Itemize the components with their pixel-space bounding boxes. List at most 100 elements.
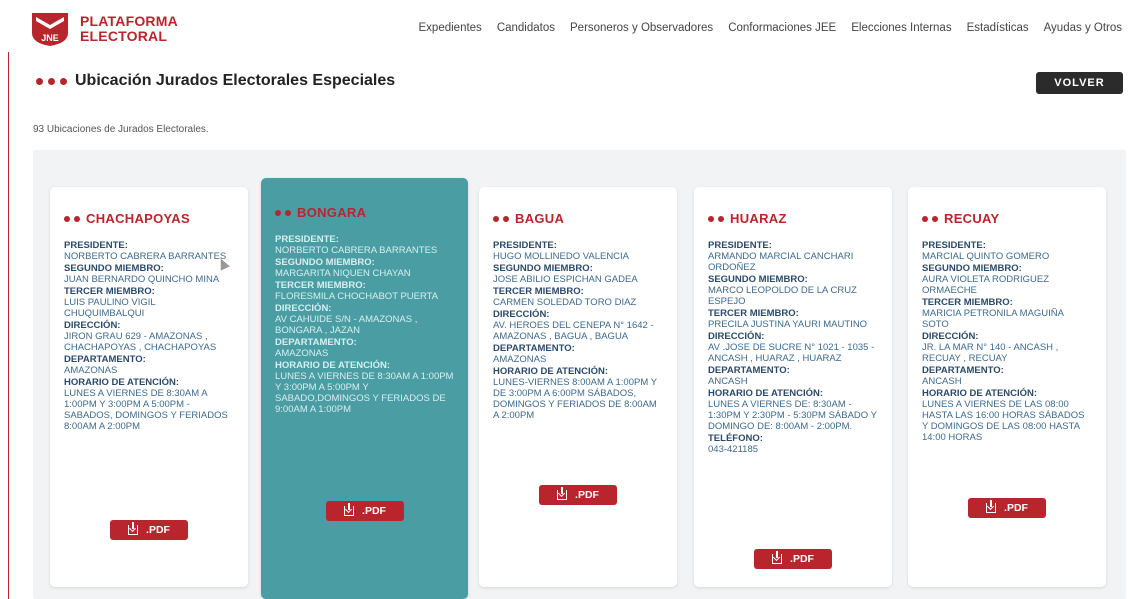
field-label: DIRECCIÓN: bbox=[708, 331, 765, 342]
field-value: LUNES-VIERNES 8:00AM A 1:00PM Y DE 3:00P… bbox=[493, 377, 657, 421]
card-header: RECUAY bbox=[922, 211, 1092, 226]
field-value: MARICIA PETRONILA MAGUIÑA SOTO bbox=[922, 308, 1064, 330]
field-label: PRESIDENTE: bbox=[64, 240, 128, 251]
jee-card-bagua[interactable]: BAGUA PRESIDENTE: HUGO MOLLINEDO VALENCIA S… bbox=[479, 187, 677, 587]
field-label: SEGUNDO MIEMBRO: bbox=[708, 274, 808, 285]
card-dots-icon bbox=[275, 209, 291, 216]
field-label: PRESIDENTE: bbox=[493, 240, 557, 251]
field-value: LUNES A VIERNES DE 8:30AM A 1:00PM Y 3:0… bbox=[64, 388, 228, 432]
field-value: AV .JOSE DE SUCRE N° 1021 - 1035 - ANCAS… bbox=[708, 342, 875, 364]
brand-line-2: ELECTORAL bbox=[80, 28, 168, 44]
field-value: MARCO LEOPOLDO DE LA CRUZ ESPEJO bbox=[708, 285, 857, 307]
download-icon bbox=[772, 551, 783, 564]
nav-item-1[interactable]: Candidatos bbox=[497, 22, 555, 34]
field-value: JUAN BERNARDO QUINCHO MINA bbox=[64, 274, 220, 285]
field-value: JR. LA MAR N° 140 - ANCASH , RECUAY , RE… bbox=[922, 342, 1059, 364]
download-icon bbox=[344, 503, 355, 516]
field-value: MARCIAL QUINTO GOMERO bbox=[922, 251, 1050, 262]
field-label: DIRECCIÓN: bbox=[493, 309, 550, 320]
field-value: LUNES A VIERNES DE 8:30AM A 1:00PM Y 3:0… bbox=[275, 371, 454, 415]
field-label: TERCER MIEMBRO: bbox=[275, 280, 366, 291]
nav-item-4[interactable]: Elecciones Internas bbox=[851, 22, 951, 34]
field-label: DEPARTAMENTO: bbox=[922, 365, 1004, 376]
brand-name[interactable]: PLATAFORMA ELECTORAL bbox=[80, 14, 178, 44]
field-value: JIRON GRAU 629 - AMAZONAS , CHACHAPOYAS … bbox=[64, 331, 217, 353]
nav-item-5[interactable]: Estadísticas bbox=[967, 22, 1029, 34]
field-label: DEPARTAMENTO: bbox=[275, 337, 357, 348]
top-navbar: JNE PLATAFORMA ELECTORAL Expedientes Cand… bbox=[0, 0, 1142, 52]
page-title-row: Ubicación Jurados Electorales Especiales bbox=[36, 72, 395, 90]
card-title: CHACHAPOYAS bbox=[86, 211, 190, 226]
cards-panel: CHACHAPOYAS PRESIDENTE: NORBERTO CABRERA B… bbox=[33, 150, 1126, 599]
field-value: AV CAHUIDE S/N - AMAZONAS , BONGARA , JA… bbox=[275, 314, 418, 336]
field-label: TERCER MIEMBRO: bbox=[64, 286, 155, 297]
field-label: TERCER MIEMBRO: bbox=[493, 286, 584, 297]
nav-item-0[interactable]: Expedientes bbox=[419, 22, 482, 34]
field-label: DIRECCIÓN: bbox=[64, 320, 121, 331]
field-label: HORARIO DE ATENCIÓN: bbox=[922, 388, 1038, 399]
field-label: PRESIDENTE: bbox=[708, 240, 772, 251]
download-pdf-button[interactable]: .PDF bbox=[539, 485, 617, 505]
field-label: DEPARTAMENTO: bbox=[64, 354, 146, 365]
field-value: FLORESMILA CHOCHABOT PUERTA bbox=[275, 291, 439, 302]
field-label: HORARIO DE ATENCIÓN: bbox=[708, 388, 824, 399]
card-title: BAGUA bbox=[515, 211, 565, 226]
nav-item-3[interactable]: Conformaciones JEE bbox=[728, 22, 836, 34]
download-pdf-button[interactable]: .PDF bbox=[326, 501, 404, 521]
field-value: AMAZONAS bbox=[64, 365, 118, 376]
download-pdf-button[interactable]: .PDF bbox=[110, 520, 188, 540]
card-title: HUARAZ bbox=[730, 211, 787, 226]
download-pdf-button[interactable]: .PDF bbox=[754, 549, 832, 569]
jne-logo[interactable]: JNE bbox=[30, 11, 70, 47]
pdf-label: .PDF bbox=[1004, 502, 1028, 514]
field-label: DIRECCIÓN: bbox=[922, 331, 979, 342]
field-label: HORARIO DE ATENCIÓN: bbox=[275, 360, 391, 371]
field-label: HORARIO DE ATENCIÓN: bbox=[64, 377, 180, 388]
card-header: CHACHAPOYAS bbox=[64, 211, 234, 226]
pdf-label: .PDF bbox=[790, 553, 814, 565]
download-icon bbox=[557, 487, 568, 500]
card-dots-icon bbox=[64, 215, 80, 222]
jee-card-chachapoyas[interactable]: CHACHAPOYAS PRESIDENTE: NORBERTO CABRERA B… bbox=[50, 187, 248, 587]
locations-count: 93 Ubicaciones de Jurados Electorales. bbox=[33, 124, 209, 135]
field-label: SEGUNDO MIEMBRO: bbox=[64, 263, 164, 274]
field-value: LUNES A VIERNES DE LAS 08:00 HASTA LAS 1… bbox=[922, 399, 1085, 443]
back-button[interactable]: VOLVER bbox=[1036, 72, 1123, 94]
card-dots-icon bbox=[708, 215, 724, 222]
field-value: AMAZONAS bbox=[493, 354, 547, 365]
field-value: LUNES A VIERNES DE: 8:30AM - 1:30PM Y 2:… bbox=[708, 399, 877, 432]
field-value: NORBERTO CABRERA BARRANTES bbox=[275, 245, 438, 256]
card-dots-icon bbox=[493, 215, 509, 222]
field-label: SEGUNDO MIEMBRO: bbox=[493, 263, 593, 274]
nav-item-2[interactable]: Personeros y Observadores bbox=[570, 22, 713, 34]
nav-item-6[interactable]: Ayudas y Otros bbox=[1044, 22, 1122, 34]
jee-card-huaraz[interactable]: HUARAZ PRESIDENTE: ARMANDO MARCIAL CANCHAR… bbox=[694, 187, 892, 587]
card-dots-icon bbox=[922, 215, 938, 222]
field-value: LUIS PAULINO VIGIL CHUQUIMBALQUI bbox=[64, 297, 156, 319]
page-title: Ubicación Jurados Electorales Especiales bbox=[75, 72, 396, 89]
field-value: ANCASH bbox=[708, 376, 748, 387]
field-value: ANCASH bbox=[922, 376, 962, 387]
download-icon bbox=[128, 522, 139, 535]
pdf-label: .PDF bbox=[362, 505, 386, 517]
field-value: PRECILA JUSTINA YAURI MAUTINO bbox=[708, 319, 868, 330]
pdf-label: .PDF bbox=[575, 489, 599, 501]
field-value: AV. HEROES DEL CENEPA N° 1642 - AMAZONAS… bbox=[493, 320, 654, 342]
field-value: 043-421185 bbox=[708, 444, 759, 455]
card-header: BAGUA bbox=[493, 211, 663, 226]
card-title: BONGARA bbox=[297, 205, 367, 220]
field-value: AURA VIOLETA RODRIGUEZ ORMAECHE bbox=[922, 274, 1050, 296]
field-value: HUGO MOLLINEDO VALENCIA bbox=[493, 251, 630, 262]
field-label: SEGUNDO MIEMBRO: bbox=[922, 263, 1022, 274]
field-label: PRESIDENTE: bbox=[275, 234, 339, 245]
field-value: AMAZONAS bbox=[275, 348, 329, 359]
field-label: DEPARTAMENTO: bbox=[708, 365, 790, 376]
left-accent-rule bbox=[8, 0, 9, 599]
download-pdf-button[interactable]: .PDF bbox=[968, 498, 1046, 518]
download-icon bbox=[986, 500, 997, 513]
field-label: DIRECCIÓN: bbox=[275, 303, 332, 314]
jee-card-recuay[interactable]: RECUAY PRESIDENTE: MARCIAL QUINTO GOMERO SE… bbox=[908, 187, 1106, 587]
field-value: ARMANDO MARCIAL CANCHARI ORDOÑEZ bbox=[708, 251, 854, 273]
jee-card-bongara[interactable]: BONGARA PRESIDENTE: NORBERTO CABRERA BARRA… bbox=[261, 178, 468, 599]
card-header: BONGARA bbox=[275, 205, 454, 220]
